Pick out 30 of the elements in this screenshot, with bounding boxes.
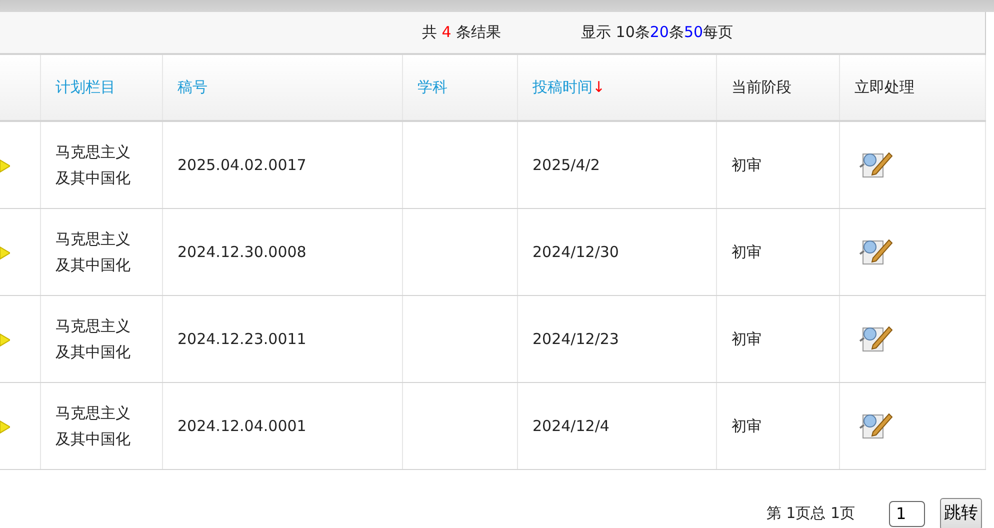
stage-cell: 初审	[732, 242, 762, 260]
manuscript-number-cell: 2025.04.02.0017	[178, 156, 306, 174]
result-count-text: 共 4 条结果	[422, 22, 502, 44]
manuscript-number-cell: 2024.12.30.0008	[178, 242, 306, 260]
review-edit-icon[interactable]	[858, 150, 892, 180]
manuscript-number-cell: 2024.12.23.0011	[178, 330, 306, 348]
submit-date-cell: 2025/4/2	[532, 156, 600, 174]
page-size-text: 显示 10条20条50每页	[581, 22, 734, 44]
submit-date-cell: 2024/12/30	[532, 242, 619, 260]
column-name-cell-text: 马克思主义及其中国化	[56, 402, 132, 450]
sort-indicator: ↓	[592, 78, 606, 96]
submit-date-cell: 2024/12/23	[532, 330, 619, 348]
column-header: 立即处理	[854, 78, 914, 96]
review-edit-icon[interactable]	[858, 236, 892, 266]
page-info-text: 第 1页总 1页	[766, 503, 855, 524]
stage-cell: 初审	[732, 416, 762, 434]
review-edit-icon[interactable]	[858, 410, 892, 440]
review-edit-icon[interactable]	[858, 324, 892, 354]
submit-date-cell: 2024/12/4	[532, 416, 610, 434]
stage-cell: 初审	[732, 156, 762, 174]
stage-cell: 初审	[732, 330, 762, 348]
page-number-field[interactable]: 1	[889, 500, 925, 526]
manuscript-number-cell: 2024.12.04.0001	[178, 416, 306, 434]
jump-button[interactable]: 跳转	[940, 498, 982, 528]
page-size-link[interactable]: 50	[684, 23, 704, 42]
column-name-cell-text: 马克思主义及其中国化	[56, 228, 132, 276]
column-header: 当前阶段	[732, 78, 792, 96]
column-name-cell-text: 马克思主义及其中国化	[56, 316, 132, 362]
column-name-cell-text: 马克思主义及其中国化	[56, 142, 132, 189]
page-size-link[interactable]: 20	[650, 23, 669, 42]
